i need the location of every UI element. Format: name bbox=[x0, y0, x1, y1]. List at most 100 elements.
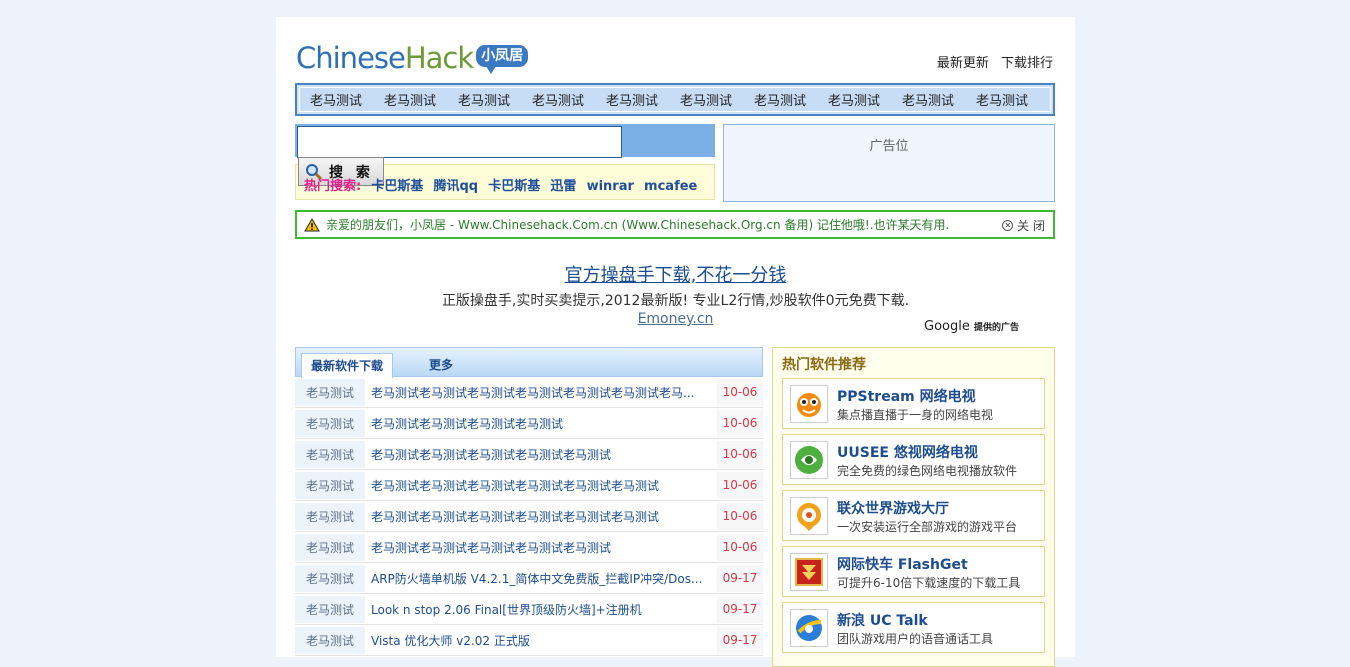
uc-talk-icon bbox=[790, 609, 828, 647]
table-row: 老马测试 ARP防火墙单机版 V4.2.1_简体中文免费版_拦截IP冲突/Dos… bbox=[295, 563, 763, 594]
tab-latest-downloads[interactable]: 最新软件下载 bbox=[301, 353, 393, 378]
software-name-link[interactable]: 联众世界游戏大厅 bbox=[837, 498, 949, 518]
notice-text: 亲爱的朋友们，小凤居 - Www.Chinesehack.Com.cn (Www… bbox=[326, 218, 950, 232]
software-item[interactable]: UUSEE 悠视网络电视 完全免费的绿色网络电视播放软件 bbox=[782, 434, 1045, 485]
site-logo[interactable]: ChineseHack 小凤居 bbox=[296, 41, 529, 77]
row-date: 10-06 bbox=[717, 533, 763, 561]
google-ad-brand[interactable]: Google 提供的广告 bbox=[924, 319, 1019, 334]
software-item[interactable]: 网际快车 FlashGet 可提升6-10倍下载速度的下载工具 bbox=[782, 546, 1045, 597]
row-title-link[interactable]: 老马测试老马测试老马测试老马测试老马测试 bbox=[365, 446, 715, 463]
close-label: 关 闭 bbox=[1017, 219, 1045, 233]
software-desc: 完全免费的绿色网络电视播放软件 bbox=[837, 464, 1018, 478]
nav-item[interactable]: 老马测试 bbox=[902, 90, 954, 109]
software-desc: 一次安装运行全部游戏的游戏平台 bbox=[837, 520, 1018, 534]
hot-keyword[interactable]: 卡巴斯基 bbox=[371, 179, 423, 194]
google-ad-suffix: 提供的广告 bbox=[973, 323, 1019, 333]
nav-item[interactable]: 老马测试 bbox=[680, 90, 732, 109]
software-item[interactable]: 联众世界游戏大厅 一次安装运行全部游戏的游戏平台 bbox=[782, 490, 1045, 541]
nav-item[interactable]: 老马测试 bbox=[754, 90, 806, 109]
row-category[interactable]: 老马测试 bbox=[295, 378, 365, 406]
software-name-link[interactable]: PPStream 网络电视 bbox=[837, 386, 976, 406]
software-name-link[interactable]: UUSEE 悠视网络电视 bbox=[837, 442, 978, 462]
latest-updates-link[interactable]: 最新更新 bbox=[937, 56, 989, 71]
hot-software-title: 热门软件推荐 bbox=[782, 357, 866, 373]
close-icon: ✕ bbox=[1002, 220, 1014, 231]
search-panel: 搜 索 热门搜索: 卡巴斯基 腾讯qq 卡巴斯基 迅雷 winrar mcafe… bbox=[295, 124, 715, 200]
table-row: 老马测试 老马测试老马测试老马测试老马测试老马测试老马测试 10-06 bbox=[295, 501, 763, 532]
row-title-link[interactable]: 老马测试老马测试老马测试老马测试老马测试 bbox=[365, 539, 715, 556]
row-category[interactable]: 老马测试 bbox=[295, 595, 365, 623]
ad-slot-label: 广告位 bbox=[869, 139, 909, 154]
table-row: 老马测试 老马测试老马测试老马测试老马测试老马测试 10-06 bbox=[295, 532, 763, 563]
hot-keyword[interactable]: 腾讯qq bbox=[434, 179, 479, 194]
row-date: 09-17 bbox=[717, 595, 763, 623]
download-ranking-link[interactable]: 下载排行 bbox=[1001, 56, 1053, 71]
row-category[interactable]: 老马测试 bbox=[295, 626, 365, 654]
ad-description: 正版操盘手,实时买卖提示,2012最新版! 专业L2行情,炒股软件0元免费下载. bbox=[441, 293, 910, 309]
row-category[interactable]: 老马测试 bbox=[295, 502, 365, 530]
row-date: 10-06 bbox=[717, 502, 763, 530]
nav-item[interactable]: 老马测试 bbox=[606, 90, 658, 109]
row-category[interactable]: 老马测试 bbox=[295, 440, 365, 468]
flashget-icon bbox=[790, 553, 828, 591]
hot-keyword[interactable]: 卡巴斯基 bbox=[488, 179, 540, 194]
row-category[interactable]: 老马测试 bbox=[295, 409, 365, 437]
hot-software-panel: 热门软件推荐 PPStream 网络电视 集点播直播于一身的网络电视 UUSEE… bbox=[772, 347, 1055, 667]
hot-keyword[interactable]: 迅雷 bbox=[550, 179, 576, 194]
software-name-link[interactable]: 网际快车 FlashGet bbox=[837, 554, 968, 574]
row-title-link[interactable]: 老马测试老马测试老马测试老马测试老马测试老马测试 bbox=[365, 477, 715, 494]
page-container: ChineseHack 小凤居 最新更新 下载排行 老马测试 老马测试 老马测试… bbox=[276, 17, 1075, 667]
notice-close-button[interactable]: ✕ 关 闭 bbox=[1002, 217, 1045, 234]
row-title-link[interactable]: 老马测试老马测试老马测试老马测试老马测试老马测试 bbox=[365, 508, 715, 525]
row-category[interactable]: 老马测试 bbox=[295, 471, 365, 499]
row-category[interactable]: 老马测试 bbox=[295, 564, 365, 592]
warning-icon bbox=[304, 217, 320, 231]
software-name-link[interactable]: 新浪 UC Talk bbox=[837, 610, 928, 630]
latest-downloads-panel: 最新软件下载 更多 老马测试 老马测试老马测试老马测试老马测试老马测试老马测试老… bbox=[295, 347, 763, 656]
hot-search-bar: 搜 索 热门搜索: 卡巴斯基 腾讯qq 卡巴斯基 迅雷 winrar mcafe… bbox=[295, 157, 715, 200]
ad-slot: 广告位 bbox=[723, 124, 1055, 202]
table-row: 老马测试 老马测试老马测试老马测试老马测试老马测试老马测试 10-06 bbox=[295, 470, 763, 501]
hot-keyword[interactable]: mcafee bbox=[644, 179, 697, 194]
software-item[interactable]: PPStream 网络电视 集点播直播于一身的网络电视 bbox=[782, 378, 1045, 429]
google-logo: Google bbox=[924, 319, 970, 334]
table-row: 老马测试 Vista 优化大师 v2.02 正式版 09-17 bbox=[295, 625, 763, 656]
search-input[interactable] bbox=[297, 126, 622, 158]
row-title-link[interactable]: 老马测试老马测试老马测试老马测试 bbox=[365, 415, 715, 432]
row-date: 10-06 bbox=[717, 378, 763, 406]
row-title-link[interactable]: Look n stop 2.06 Final[世界顶级防火墙]+注册机 bbox=[365, 601, 715, 618]
nav-item[interactable]: 老马测试 bbox=[532, 90, 584, 109]
google-ad: 官方操盘手下载,不花一分钱 正版操盘手,实时买卖提示,2012最新版! 专业L2… bbox=[276, 261, 1075, 327]
search-bar bbox=[295, 124, 715, 158]
row-date: 10-06 bbox=[717, 471, 763, 499]
hot-keywords: 热门搜索: 卡巴斯基 腾讯qq 卡巴斯基 迅雷 winrar mcafee bbox=[304, 175, 697, 194]
table-row: 老马测试 老马测试老马测试老马测试老马测试老马测试 10-06 bbox=[295, 439, 763, 470]
row-title-link[interactable]: 老马测试老马测试老马测试老马测试老马测试老马测试老马... bbox=[365, 384, 715, 401]
row-category[interactable]: 老马测试 bbox=[295, 533, 365, 561]
uusee-icon bbox=[790, 441, 828, 479]
table-row: 老马测试 Look n stop 2.06 Final[世界顶级防火墙]+注册机… bbox=[295, 594, 763, 625]
nav-item[interactable]: 老马测试 bbox=[976, 90, 1028, 109]
row-date: 10-06 bbox=[717, 409, 763, 437]
hot-search-label: 热门搜索: bbox=[304, 179, 362, 194]
software-item[interactable]: 新浪 UC Talk 团队游戏用户的语音通话工具 bbox=[782, 602, 1045, 653]
top-links: 最新更新 下载排行 bbox=[929, 52, 1053, 71]
logo-text: ChineseHack bbox=[296, 41, 474, 75]
nav-item[interactable]: 老马测试 bbox=[310, 90, 362, 109]
row-date: 10-06 bbox=[717, 440, 763, 468]
row-date: 09-17 bbox=[717, 564, 763, 592]
ourgame-icon bbox=[790, 497, 828, 535]
hot-keyword[interactable]: winrar bbox=[587, 179, 634, 194]
nav-item[interactable]: 老马测试 bbox=[458, 90, 510, 109]
more-link[interactable]: 更多 bbox=[429, 356, 453, 373]
row-title-link[interactable]: ARP防火墙单机版 V4.2.1_简体中文免费版_拦截IP冲突/Dos... bbox=[365, 570, 715, 587]
ad-title-link[interactable]: 官方操盘手下载,不花一分钱 bbox=[276, 261, 1075, 287]
row-date: 09-17 bbox=[717, 626, 763, 654]
software-desc: 可提升6-10倍下载速度的下载工具 bbox=[837, 576, 1021, 590]
nav-item[interactable]: 老马测试 bbox=[828, 90, 880, 109]
nav-item[interactable]: 老马测试 bbox=[384, 90, 436, 109]
main-nav: 老马测试 老马测试 老马测试 老马测试 老马测试 老马测试 老马测试 老马测试 … bbox=[295, 83, 1055, 116]
software-desc: 团队游戏用户的语音通话工具 bbox=[837, 632, 994, 646]
table-row: 老马测试 老马测试老马测试老马测试老马测试老马测试老马测试老马... 10-06 bbox=[295, 377, 763, 408]
notice-bar: 亲爱的朋友们，小凤居 - Www.Chinesehack.Com.cn (Www… bbox=[295, 210, 1055, 239]
